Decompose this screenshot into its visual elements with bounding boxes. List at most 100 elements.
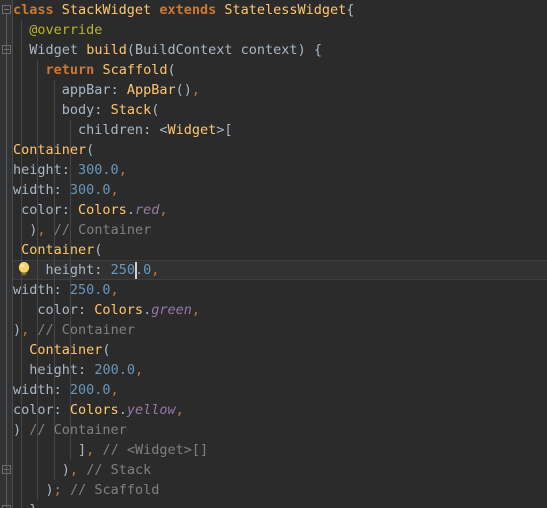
code-token: (: [94, 242, 103, 258]
code-line[interactable]: width: 250.0,: [13, 280, 547, 300]
code-token: Container: [13, 142, 87, 158]
code-token: StatelessWidget: [224, 2, 347, 18]
code-token: :: [94, 102, 111, 118]
code-token: :: [110, 82, 127, 98]
code-line[interactable]: class StackWidget extends StatelessWidge…: [13, 0, 547, 20]
code-token: .: [143, 302, 152, 318]
code-token: ,: [191, 82, 201, 98]
code-token: Stack: [110, 102, 152, 118]
code-line[interactable]: width: 200.0,: [13, 380, 547, 400]
code-line[interactable]: ), // Container: [13, 320, 547, 340]
fold-region-line: [6, 54, 7, 505]
code-line[interactable]: color: Colors.green,: [13, 300, 547, 320]
code-token: color: [13, 402, 54, 418]
code-token: ,: [134, 362, 144, 378]
code-token: :: [61, 202, 79, 218]
code-token: (: [86, 142, 95, 158]
code-token: width: [13, 182, 54, 198]
code-token: Container: [29, 342, 103, 358]
code-token: yellow: [126, 402, 176, 418]
code-token: ,: [151, 262, 160, 278]
code-token: 250.0: [69, 282, 111, 298]
code-token: ,: [110, 382, 119, 398]
code-token: width: [13, 382, 54, 398]
code-token: (: [102, 342, 111, 358]
code-token: @override: [29, 22, 103, 38]
code-line[interactable]: color: Colors.red,: [13, 200, 547, 220]
code-token: ): [61, 462, 70, 478]
code-line[interactable]: color: Colors.yellow,: [13, 400, 547, 420]
code-line[interactable]: Container(: [13, 140, 547, 160]
code-token: ,: [159, 202, 168, 218]
code-token: // Container: [29, 422, 127, 438]
fold-marker-class-icon[interactable]: −: [2, 5, 11, 14]
code-line[interactable]: Widget build(BuildContext context) {: [13, 40, 547, 60]
code-line[interactable]: Container(: [13, 340, 547, 360]
code-token: height: [29, 362, 79, 378]
code-token: ,: [110, 282, 119, 298]
intention-lightbulb-icon[interactable]: [17, 261, 31, 277]
code-line[interactable]: height: 250.0,: [13, 260, 547, 280]
code-token: : <: [143, 122, 168, 138]
code-line[interactable]: ) // Container: [13, 420, 547, 440]
code-line[interactable]: ); // Scaffold: [13, 480, 547, 500]
code-line[interactable]: width: 300.0,: [13, 180, 547, 200]
code-token: class: [13, 2, 54, 18]
editor-gutter[interactable]: −−−−: [0, 0, 13, 508]
code-line[interactable]: children: <Widget>[: [13, 120, 547, 140]
code-token: Colors: [78, 202, 127, 218]
code-token: :: [61, 162, 79, 178]
code-line[interactable]: body: Stack(: [13, 100, 547, 120]
code-token: body: [61, 102, 95, 118]
code-token: Scaffold: [102, 62, 168, 78]
text-caret: [134, 262, 137, 279]
code-area[interactable]: class StackWidget extends StatelessWidge…: [13, 0, 547, 508]
code-token: AppBar: [126, 82, 176, 98]
code-line[interactable]: Container(: [13, 240, 547, 260]
code-token: extends: [159, 2, 217, 18]
code-token: ) {: [297, 42, 322, 58]
code-token: ,: [110, 182, 119, 198]
code-line[interactable]: ), // Container: [13, 220, 547, 240]
code-token: :: [53, 402, 70, 418]
code-token: :: [78, 362, 95, 378]
code-token: {: [346, 2, 355, 18]
code-token: // Container: [53, 222, 152, 238]
code-line[interactable]: }: [13, 500, 547, 508]
code-token: BuildContext: [134, 42, 233, 58]
code-token: ,: [175, 402, 184, 418]
code-token: :: [78, 302, 95, 318]
code-token: 250.0: [110, 262, 152, 278]
code-token: :: [53, 182, 70, 198]
code-token: ,: [118, 162, 127, 178]
code-token: .: [126, 202, 135, 218]
code-token: :: [53, 282, 70, 298]
code-token: // <Widget>[]: [102, 442, 209, 458]
code-line[interactable]: height: 200.0,: [13, 360, 547, 380]
code-token: context: [240, 42, 298, 58]
code-line[interactable]: height: 300.0,: [13, 160, 547, 180]
code-token: (: [151, 102, 160, 118]
code-line[interactable]: @override: [13, 20, 547, 40]
code-editor[interactable]: −−−− class StackWidget extends Stateless…: [0, 0, 547, 508]
code-line[interactable]: appBar: AppBar(),: [13, 80, 547, 100]
code-line[interactable]: ], // <Widget>[]: [13, 440, 547, 460]
code-token: 200.0: [69, 382, 111, 398]
code-token: height: [45, 262, 95, 278]
code-token: // Container: [37, 322, 135, 338]
code-token: ]: [78, 442, 87, 458]
code-line[interactable]: return Scaffold(: [13, 60, 547, 80]
code-token: (: [126, 42, 135, 58]
code-line[interactable]: ), // Stack: [13, 460, 547, 480]
code-token: Container: [21, 242, 95, 258]
code-token: // Stack: [86, 462, 152, 478]
